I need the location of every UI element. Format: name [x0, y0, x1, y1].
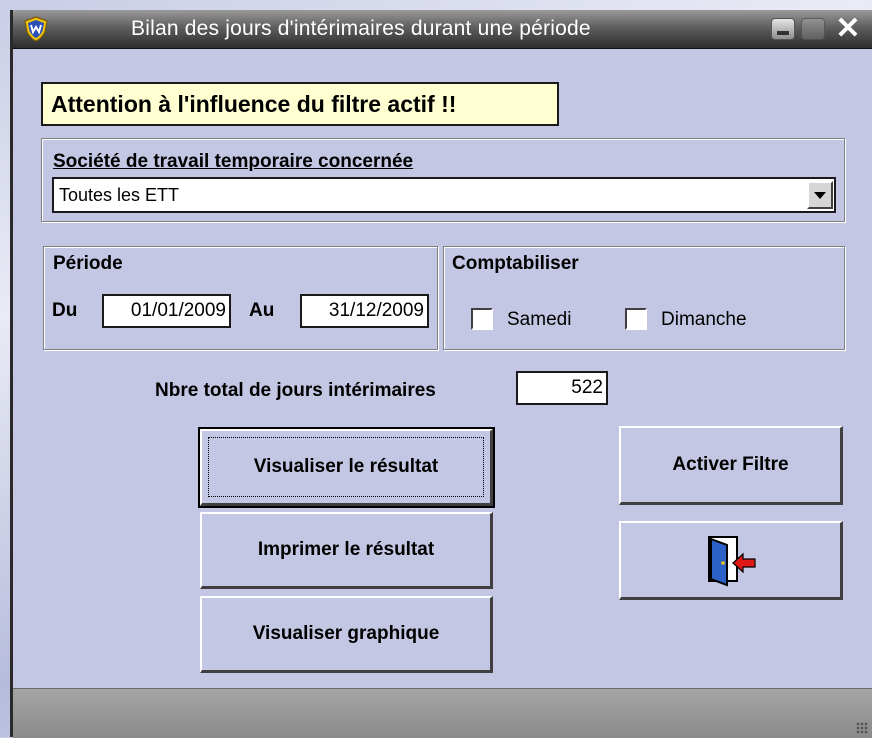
ett-select[interactable]: Toutes les ETT [52, 177, 836, 213]
exit-door-icon [708, 536, 756, 587]
visualiser-graphique-button[interactable]: Visualiser graphique [200, 596, 493, 673]
window-title: Bilan des jours d'intérimaires durant un… [131, 17, 591, 40]
ett-group-label: Société de travail temporaire concernée [53, 151, 414, 172]
date-to-field[interactable]: 31/12/2009 [300, 294, 429, 328]
resize-grip-icon[interactable] [856, 722, 868, 734]
status-bar [13, 688, 872, 738]
samedi-checkbox[interactable] [471, 308, 493, 330]
comptabiliser-groupbox: Comptabiliser [443, 246, 845, 350]
imprimer-resultat-button[interactable]: Imprimer le résultat [200, 512, 493, 589]
au-label: Au [249, 300, 275, 321]
filter-warning: Attention à l'influence du filtre actif … [41, 82, 559, 126]
periode-label: Période [53, 253, 123, 274]
main-window: Bilan des jours d'intérimaires durant un… [10, 10, 872, 738]
ett-select-value: Toutes les ETT [59, 185, 180, 205]
dimanche-checkbox[interactable] [625, 308, 647, 330]
date-from-field[interactable]: 01/01/2009 [102, 294, 231, 328]
dimanche-label: Dimanche [661, 309, 747, 330]
maximize-button[interactable] [801, 18, 825, 40]
visualiser-resultat-button[interactable]: Visualiser le résultat [198, 427, 495, 508]
du-label: Du [52, 300, 78, 321]
exit-button[interactable] [619, 521, 843, 600]
comptabiliser-label: Comptabiliser [452, 253, 579, 274]
activer-filtre-button[interactable]: Activer Filtre [619, 426, 843, 505]
title-bar[interactable]: Bilan des jours d'intérimaires durant un… [13, 10, 872, 49]
total-jours-value: 522 [516, 371, 608, 405]
samedi-label: Samedi [507, 309, 572, 330]
app-icon[interactable] [23, 16, 49, 42]
minimize-button[interactable] [771, 18, 795, 40]
close-button[interactable]: ✕ [831, 14, 865, 44]
dropdown-arrow-icon[interactable] [807, 181, 833, 209]
total-jours-label: Nbre total de jours intérimaires [155, 380, 436, 401]
close-icon: ✕ [835, 12, 861, 45]
